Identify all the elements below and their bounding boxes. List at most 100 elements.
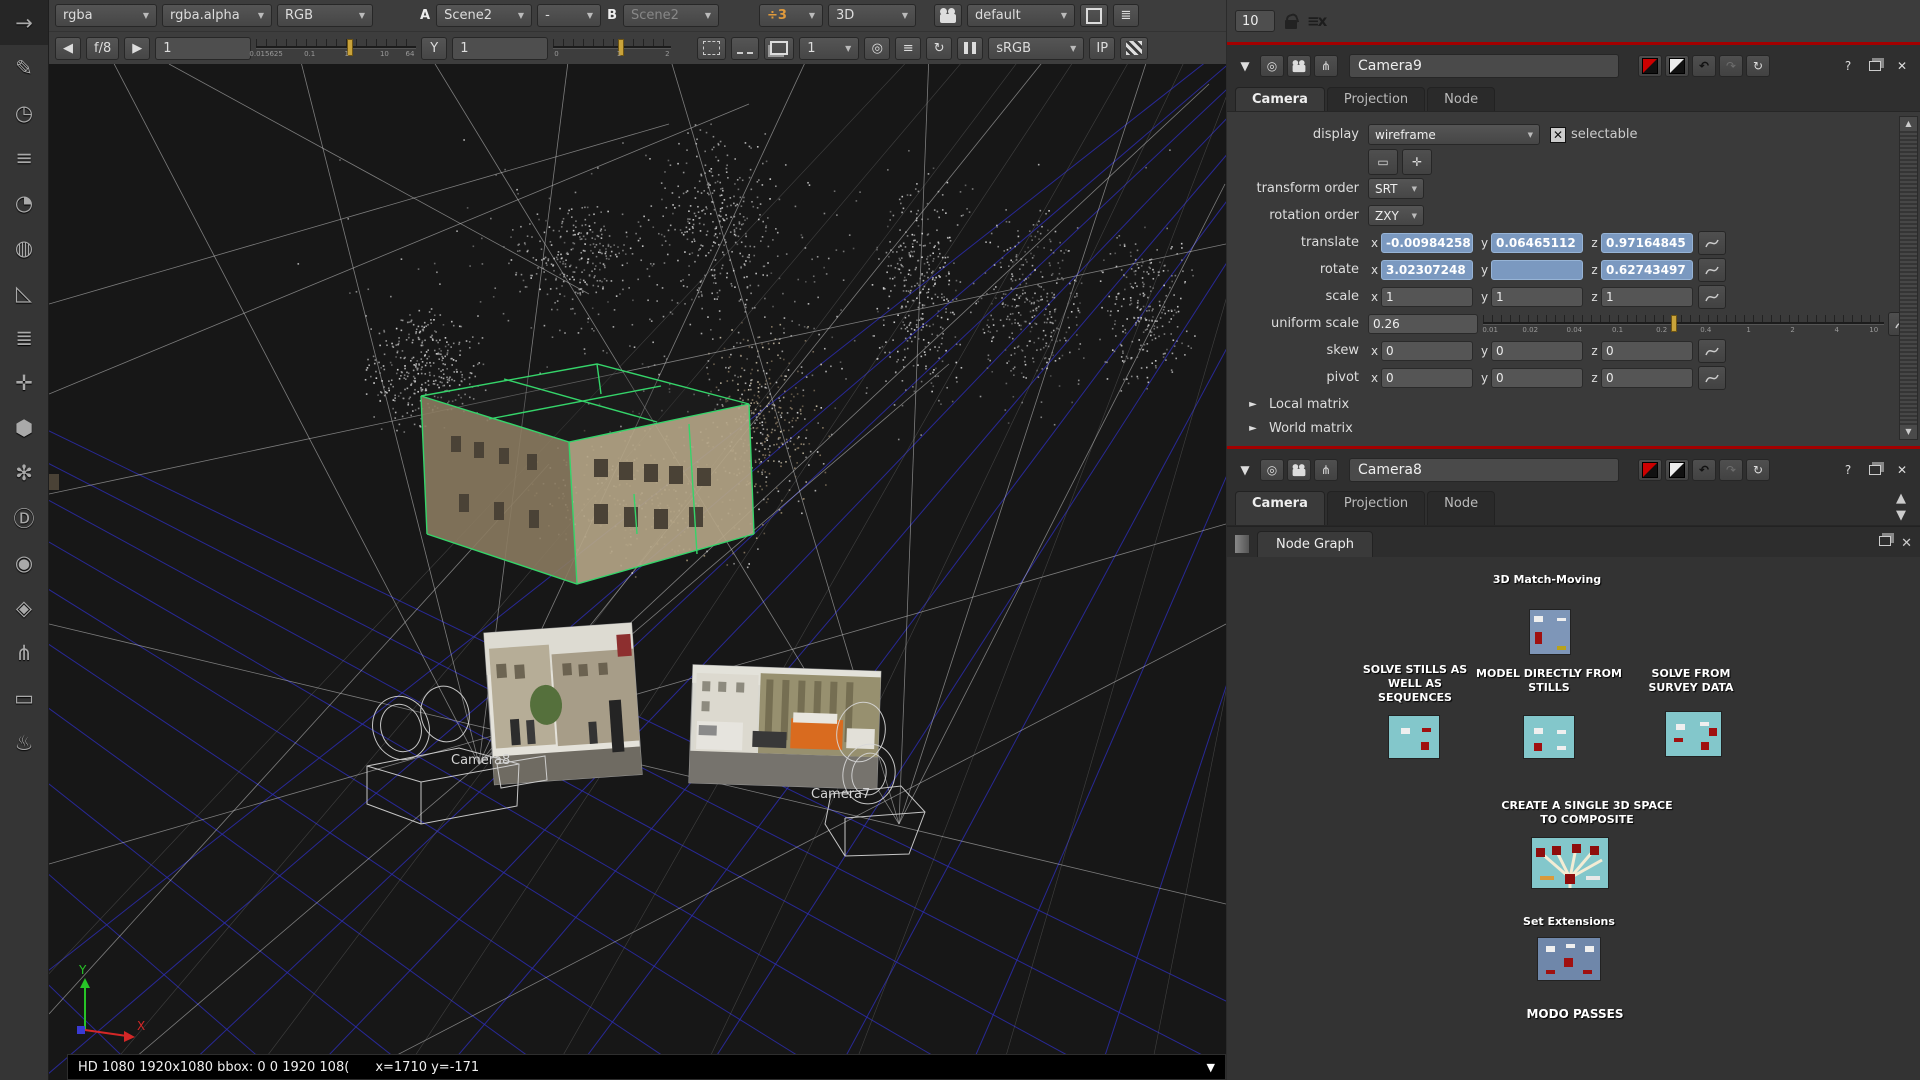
transform-icon-button[interactable]: ✛ [0, 360, 48, 405]
deep-icon-button[interactable]: Ⓓ [0, 495, 48, 540]
axis-snap-icon[interactable]: ✛ [1402, 149, 1432, 175]
node-thumbnail[interactable] [1388, 715, 1440, 759]
tab-node-graph[interactable]: Node Graph [1257, 531, 1373, 557]
scroll-down-icon[interactable]: ▼ [1896, 508, 1912, 523]
particles-icon-button[interactable]: ✻ [0, 450, 48, 495]
scroll-up-icon[interactable]: ▲ [1896, 491, 1912, 506]
scroll-up-icon[interactable]: ▲ [1900, 117, 1917, 131]
layout-rows-icon[interactable]: ≣ [1113, 4, 1139, 27]
help-icon[interactable]: ? [1836, 459, 1860, 481]
gl-color-icon[interactable] [1665, 55, 1689, 77]
gl-color-icon[interactable] [1665, 459, 1689, 481]
camera9-scrollbar[interactable]: ▲ ▼ [1899, 116, 1918, 440]
tab-camera[interactable]: Camera [1235, 87, 1325, 111]
pivot-x-field[interactable]: 0 [1381, 368, 1473, 388]
center-node-icon[interactable]: ◎ [1260, 459, 1284, 481]
prev-keyframe-button[interactable]: ◀ [55, 37, 81, 60]
view-mode-select[interactable]: 3D▼ [828, 4, 916, 27]
selectable-checkbox[interactable]: ✕ [1550, 127, 1566, 143]
lut-select[interactable]: default▼ [967, 4, 1075, 27]
tab-projection[interactable]: Projection [1327, 87, 1425, 111]
revert-icon[interactable]: ↻ [1746, 459, 1770, 481]
animation-curve-icon[interactable] [1698, 366, 1726, 390]
node-name-field[interactable]: Camera9 [1349, 54, 1619, 78]
draw-icon-button[interactable]: ✎ [0, 45, 48, 90]
undo-icon[interactable]: ↶ [1692, 55, 1716, 77]
undo-icon[interactable]: ↶ [1692, 459, 1716, 481]
node-thumbnail[interactable] [1531, 837, 1609, 889]
center-node-icon[interactable]: ◎ [1260, 55, 1284, 77]
pause-icon[interactable] [957, 37, 983, 60]
gain-target-icon[interactable]: ◎ [864, 37, 890, 60]
animation-curve-icon[interactable] [1698, 285, 1726, 309]
animation-curve-icon[interactable] [1698, 339, 1726, 363]
translate-z-field[interactable]: 0.97164845 [1601, 233, 1693, 253]
frame-format-icon[interactable] [1080, 4, 1108, 27]
3d-icon-button[interactable]: ⬢ [0, 405, 48, 450]
animation-curve-icon[interactable] [1698, 231, 1726, 255]
channels-select[interactable]: rgba▼ [55, 4, 157, 27]
close-panel-icon[interactable]: ✕ [1901, 536, 1912, 551]
monitor-out-icon[interactable] [764, 37, 794, 60]
node-name-field[interactable]: Camera8 [1349, 458, 1619, 482]
input-process-button[interactable]: IP [1089, 37, 1115, 60]
close-panel-icon[interactable]: ✕ [1890, 55, 1914, 77]
help-icon[interactable]: ? [1836, 55, 1860, 77]
tab-node[interactable]: Node [1427, 87, 1495, 111]
skew-z-field[interactable]: 0 [1601, 341, 1693, 361]
node-thumbnail[interactable] [1523, 715, 1575, 759]
image-read-icon-button[interactable]: → [0, 0, 48, 45]
scale-x-field[interactable]: 1 [1381, 287, 1473, 307]
collapse-icon[interactable]: ▼ [1233, 55, 1257, 77]
status-dropdown-icon[interactable]: ▼ [1207, 1061, 1215, 1074]
pivot-y-field[interactable]: 0 [1491, 368, 1583, 388]
color-icon-button[interactable]: ◔ [0, 180, 48, 225]
aperture-button[interactable]: f/8 [86, 37, 119, 60]
file-icon[interactable]: ▭ [1368, 149, 1398, 175]
display-style-select[interactable]: RGB▼ [277, 4, 373, 27]
animation-curve-icon[interactable] [1698, 258, 1726, 282]
local-matrix-toggle[interactable]: ► Local matrix [1231, 392, 1916, 416]
rotate-y-field[interactable] [1491, 260, 1583, 280]
time-icon-button[interactable]: ◷ [0, 90, 48, 135]
rotation-order-select[interactable]: ZXY▼ [1368, 205, 1424, 226]
other-icon-button[interactable]: ▭ [0, 675, 48, 720]
camera-icon[interactable] [1287, 55, 1311, 77]
world-matrix-toggle[interactable]: ► World matrix [1231, 416, 1916, 440]
wrench-icon[interactable]: ⋔ [1314, 459, 1338, 481]
frame-increment-select[interactable]: 1▼ [799, 37, 859, 60]
layers-icon[interactable]: ≡ [895, 37, 921, 60]
alpha-channel-select[interactable]: rgba.alpha▼ [162, 4, 272, 27]
gamma-slider[interactable]: 012 [553, 35, 671, 61]
node-thumbnail[interactable] [1665, 711, 1722, 757]
transform-order-select[interactable]: SRT▼ [1368, 178, 1424, 199]
skew-x-field[interactable]: 0 [1381, 341, 1473, 361]
skew-y-field[interactable]: 0 [1491, 341, 1583, 361]
gamma-toggle[interactable]: Y [421, 37, 447, 60]
uniform-scale-slider[interactable]: 0.010.020.040.10.20.412410 [1483, 311, 1884, 337]
float-panel-icon[interactable] [1879, 536, 1891, 546]
scroll-down-icon[interactable]: ▼ [1900, 425, 1917, 439]
gamma-input[interactable]: 1 [452, 37, 548, 60]
node-thumbnail[interactable] [1537, 937, 1601, 981]
gain-slider[interactable]: 0.0156250.111064 [256, 35, 416, 61]
keyer-icon-button[interactable]: ◺ [0, 270, 48, 315]
scale-y-field[interactable]: 1 [1491, 287, 1583, 307]
max-panels-input[interactable]: 10 [1235, 10, 1275, 32]
input-a-select[interactable]: Scene2▼ [436, 4, 532, 27]
downrez-select[interactable]: ÷3▼ [759, 4, 823, 27]
wipe-select[interactable]: -▼ [537, 4, 601, 27]
color-swatch-icon[interactable] [1638, 55, 1662, 77]
close-panel-icon[interactable]: ✕ [1890, 459, 1914, 481]
refresh-icon[interactable]: ↻ [926, 37, 952, 60]
views-icon-button[interactable]: ◉ [0, 540, 48, 585]
proxy-toggle-icon[interactable] [731, 37, 759, 60]
3d-viewport-canvas[interactable]: Y X Camera8 Camera7 [49, 64, 1226, 1080]
node-thumbnail[interactable] [1529, 609, 1571, 655]
translate-y-field[interactable]: 0.06465112 [1491, 233, 1583, 253]
3d-viewport[interactable]: Y X Camera8 Camera7 HD 1080 1920x1080 bb… [49, 64, 1226, 1080]
merge-icon-button[interactable]: ≣ [0, 315, 48, 360]
metadata-icon-button[interactable]: ◈ [0, 585, 48, 630]
scale-z-field[interactable]: 1 [1601, 287, 1693, 307]
translate-x-field[interactable]: -0.00984258 [1381, 233, 1473, 253]
